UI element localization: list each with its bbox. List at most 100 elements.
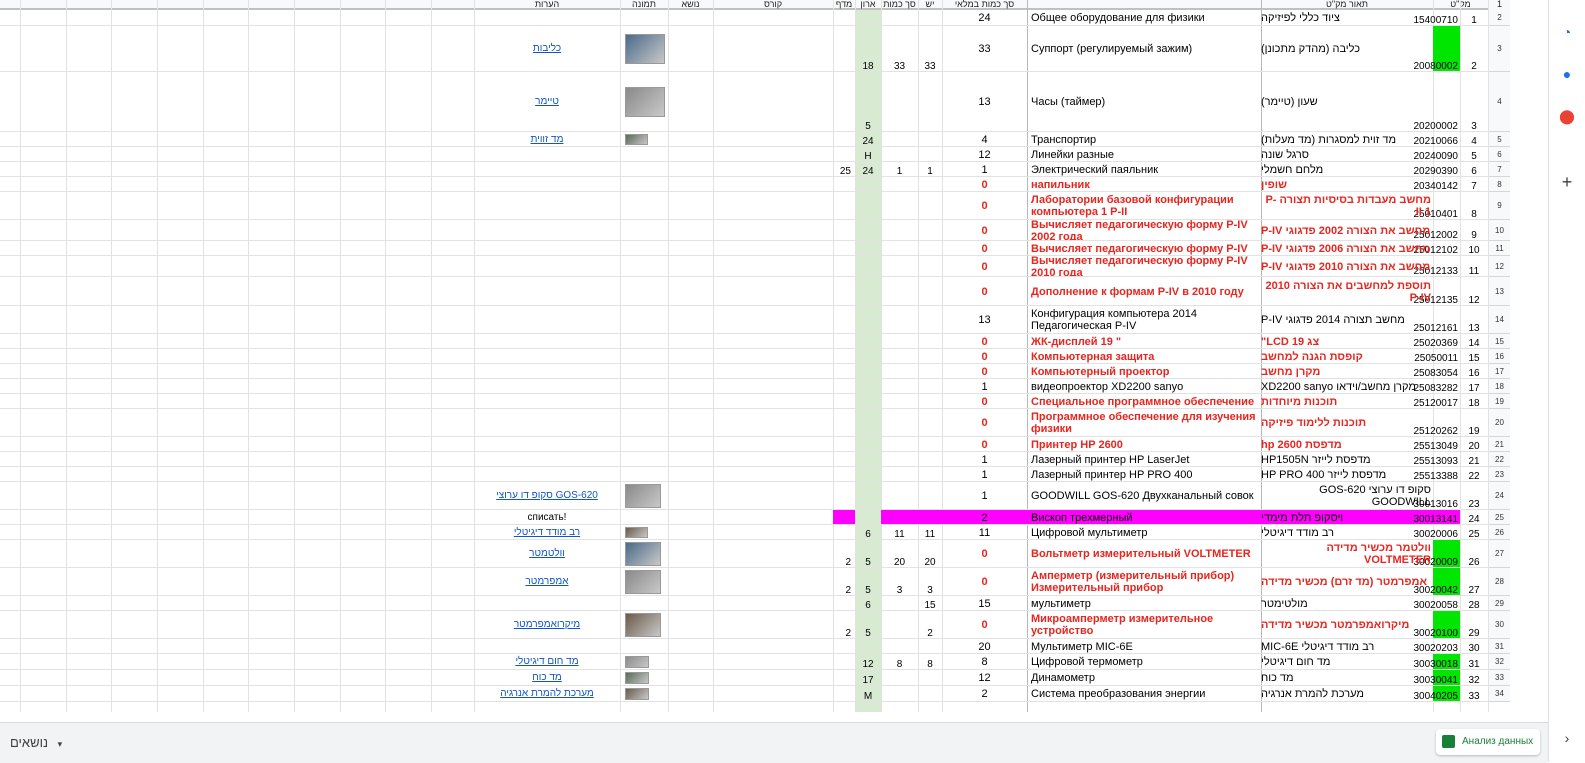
madaf-value[interactable]: 25 xyxy=(833,162,855,177)
hebrew-description[interactable]: מדפסת לייזר HP1505N xyxy=(1261,452,1433,467)
hebrew-description[interactable]: מד זוית למסגרות (מד מעלות) xyxy=(1261,132,1433,147)
row-number[interactable]: 21 xyxy=(1489,437,1510,452)
russian-description[interactable]: Вычисляет педагогическую форму P-IV xyxy=(1027,241,1261,256)
quantity-full[interactable]: 1 xyxy=(942,482,1027,510)
row-number[interactable]: 27 xyxy=(1489,540,1510,568)
quantity-full[interactable]: 13 xyxy=(942,72,1027,132)
quantity-full[interactable]: 20 xyxy=(942,639,1027,654)
quantity-yesh[interactable]: 11 xyxy=(918,525,942,540)
note-link[interactable]: כליבות xyxy=(474,26,620,72)
quantity-full[interactable]: 0 xyxy=(942,241,1027,256)
hebrew-description[interactable]: מלחם חשמלי xyxy=(1261,162,1433,177)
aron-value[interactable]: 5 xyxy=(855,568,881,596)
russian-description[interactable]: Лаборатории базовой конфигурации компьют… xyxy=(1027,192,1261,220)
russian-description[interactable]: Вычисляет педагогическую форму P-IV 2010… xyxy=(1027,256,1261,277)
hebrew-description[interactable]: ויסקופ תלת מימדי xyxy=(1261,510,1433,525)
quantity-yesh[interactable]: 20 xyxy=(918,540,942,568)
russian-description[interactable]: GOODWILL GOS-620 Двухканальный совок xyxy=(1027,482,1261,510)
russian-description[interactable]: Программное обеспечение для изучения физ… xyxy=(1027,409,1261,437)
hebrew-description[interactable]: מערכת להמרת אנרגיה xyxy=(1261,686,1433,702)
quantity-full[interactable]: 0 xyxy=(942,611,1027,639)
quantity-full[interactable]: 15 xyxy=(942,596,1027,611)
note-link[interactable]: списать! xyxy=(474,510,620,525)
calendar-icon[interactable]: ◔ xyxy=(1557,22,1577,42)
thumbnail-image[interactable] xyxy=(625,34,665,64)
col-header-aron[interactable]: ארון xyxy=(855,0,881,10)
russian-description[interactable]: Микроамперметр измерительное устройство xyxy=(1027,611,1261,639)
row-number[interactable]: 19 xyxy=(1489,394,1510,409)
hebrew-description[interactable]: מקרן מחשב xyxy=(1261,364,1433,379)
russian-description[interactable]: Цифровой термометр xyxy=(1027,654,1261,670)
quantity-total[interactable]: 33 xyxy=(881,26,918,72)
note-link[interactable]: מד חום דיגיטלי xyxy=(474,654,620,670)
quantity-full[interactable]: 0 xyxy=(942,277,1027,306)
row-number[interactable]: 23 xyxy=(1489,467,1510,482)
russian-description[interactable]: Дополнение к формам P-IV в 2010 году xyxy=(1027,277,1261,306)
quantity-total[interactable]: 20 xyxy=(881,540,918,568)
quantity-full[interactable]: 24 xyxy=(942,10,1027,26)
maps-icon[interactable]: ⬤ xyxy=(1557,106,1577,126)
aron-value[interactable]: 18 xyxy=(855,26,881,72)
row-number[interactable]: 10 xyxy=(1489,220,1510,241)
hebrew-description[interactable]: סרגל שונה xyxy=(1261,147,1433,162)
quantity-full[interactable]: 1 xyxy=(942,379,1027,394)
hebrew-description[interactable]: ציוד כללי לפיזיקה xyxy=(1261,10,1433,26)
russian-description[interactable]: Электрический паяльник xyxy=(1027,162,1261,177)
note-link[interactable]: וולטמטר xyxy=(474,540,620,568)
russian-description[interactable]: Компьютерная защита xyxy=(1027,349,1261,364)
col-header-qty-full[interactable]: סך כמות במלאי xyxy=(942,0,1027,10)
hebrew-description[interactable]: וולטמר מכשיר מדידה VOLTMETER xyxy=(1261,540,1433,568)
hebrew-description[interactable]: מחשב את הצורה 2010 פדגוגי P-IV xyxy=(1261,256,1433,277)
quantity-full[interactable]: 0 xyxy=(942,220,1027,241)
quantity-full[interactable]: 12 xyxy=(942,147,1027,162)
hebrew-description[interactable]: מד כוח xyxy=(1261,670,1433,686)
thumbnail-image[interactable] xyxy=(625,134,648,145)
quantity-yesh[interactable]: 33 xyxy=(918,26,942,72)
sheet-tab[interactable]: נושאים ▾ xyxy=(2,731,70,755)
row-number[interactable]: 20 xyxy=(1489,409,1510,437)
row-number[interactable]: 18 xyxy=(1489,379,1510,394)
hebrew-description[interactable]: מקרן מחשב/וידאו XD2200 sanyo xyxy=(1261,379,1433,394)
row-number[interactable]: 22 xyxy=(1489,452,1510,467)
quantity-total[interactable]: 1 xyxy=(881,162,918,177)
quantity-full[interactable]: 0 xyxy=(942,437,1027,452)
quantity-full[interactable]: 8 xyxy=(942,654,1027,670)
explore-button[interactable]: Анализ данных xyxy=(1436,729,1540,755)
col-header-course[interactable]: קורס xyxy=(713,0,833,10)
row-number[interactable]: 26 xyxy=(1489,525,1510,540)
hebrew-description[interactable]: שעון (טיימר) xyxy=(1261,72,1433,132)
col-header-topic[interactable]: נושא xyxy=(668,0,713,10)
quantity-full[interactable]: 11 xyxy=(942,525,1027,540)
russian-description[interactable]: Принтер HP 2600 xyxy=(1027,437,1261,452)
aron-value[interactable]: 17 xyxy=(855,670,881,686)
russian-description[interactable]: Вископ трехмерный xyxy=(1027,510,1261,525)
aron-value[interactable]: 24 xyxy=(855,132,881,147)
row-number[interactable]: 14 xyxy=(1489,306,1510,334)
hebrew-description[interactable]: מדפסת לייזר HP PRO 400 xyxy=(1261,467,1433,482)
note-link[interactable]: מערכת להמרת אנרגיה xyxy=(474,686,620,702)
row-number[interactable]: 34 xyxy=(1489,686,1510,702)
chevron-down-icon[interactable]: ▾ xyxy=(58,739,63,749)
thumbnail-image[interactable] xyxy=(625,484,661,508)
row-number[interactable]: 33 xyxy=(1489,670,1510,686)
note-link[interactable]: מד זווית xyxy=(474,132,620,147)
quantity-full[interactable]: 1 xyxy=(942,452,1027,467)
aron-value[interactable]: 6 xyxy=(855,596,881,611)
col-header-total-qty[interactable]: סך כמות xyxy=(881,0,918,10)
russian-description[interactable]: Транспортир xyxy=(1027,132,1261,147)
hebrew-description[interactable]: מדפסת hp 2600 xyxy=(1261,437,1433,452)
thumbnail-image[interactable] xyxy=(625,570,661,594)
aron-value[interactable]: 12 xyxy=(855,654,881,670)
quantity-total[interactable]: 3 xyxy=(881,568,918,596)
russian-description[interactable]: видеопроектор XD2200 sanyo xyxy=(1027,379,1261,394)
row-number[interactable]: 12 xyxy=(1489,256,1510,277)
russian-description[interactable]: Компьютерный проектор xyxy=(1027,364,1261,379)
quantity-full[interactable]: 13 xyxy=(942,306,1027,334)
quantity-total[interactable]: 8 xyxy=(881,654,918,670)
col-header-description[interactable]: תאור מק"ט xyxy=(1261,0,1433,10)
row-number[interactable]: 25 xyxy=(1489,510,1510,525)
russian-description[interactable]: Динамометр xyxy=(1027,670,1261,686)
madaf-value[interactable]: 2 xyxy=(833,540,855,568)
quantity-full[interactable]: 12 xyxy=(942,670,1027,686)
hebrew-description[interactable]: מיקרואמפרמטר מכשיר מדידה xyxy=(1261,611,1433,639)
